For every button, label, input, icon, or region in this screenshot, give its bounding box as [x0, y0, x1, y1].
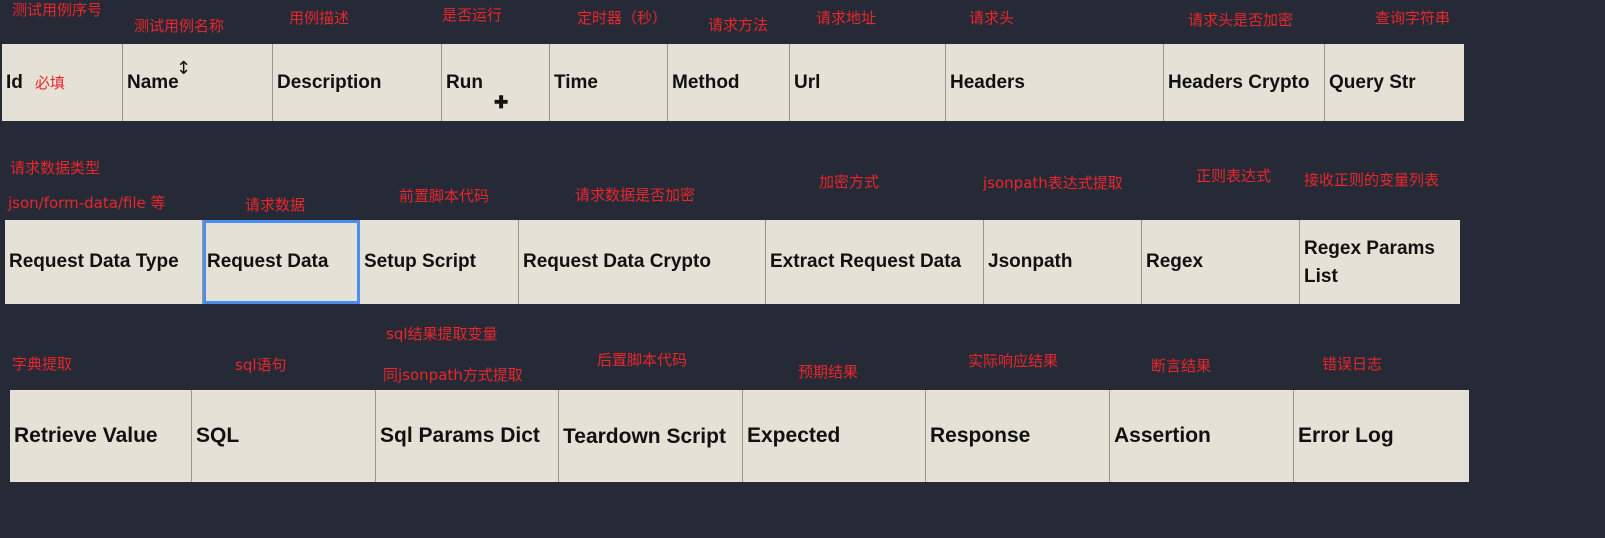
column-label: Headers Crypto: [1168, 71, 1310, 93]
column-assertion[interactable]: Assertion: [1110, 390, 1294, 482]
column-label: Regex: [1146, 251, 1204, 272]
annotation-query-str: 查询字符串: [1375, 9, 1451, 27]
header-row-3: Retrieve Value SQL Sql Params Dict Teard…: [10, 390, 1469, 482]
column-regex-params-list[interactable]: Regex Params List: [1300, 220, 1460, 304]
annotation-headers-crypto: 请求头是否加密: [1188, 11, 1294, 29]
column-label: Teardown Script: [563, 424, 726, 448]
column-request-data-type[interactable]: Request Data Type: [5, 220, 203, 304]
column-label: Request Data: [207, 251, 329, 272]
annotation-request-data-crypto: 请求数据是否加密: [575, 186, 696, 204]
annotation-sql: sql语句: [235, 356, 287, 374]
annotation-response: 实际响应结果: [968, 352, 1059, 370]
column-label: Retrieve Value: [14, 424, 158, 447]
annotation-setup-script: 前置脚本代码: [399, 187, 490, 205]
annotation-assertion: 断言结果: [1151, 357, 1212, 375]
column-headers[interactable]: Headers: [946, 44, 1164, 121]
column-time[interactable]: Time: [550, 44, 668, 121]
column-id[interactable]: Id 必填: [2, 44, 123, 121]
column-label: Run: [446, 71, 483, 93]
column-label: Error Log: [1298, 424, 1394, 447]
required-note: 必填: [34, 74, 65, 92]
column-label: Sql Params Dict: [380, 424, 540, 447]
column-label: Expected: [747, 424, 841, 447]
column-label: Url: [794, 71, 821, 93]
annotation-error-log: 错误日志: [1322, 355, 1383, 373]
annotation-retrieve-value: 字典提取: [12, 355, 73, 373]
column-label: Setup Script: [364, 251, 476, 272]
column-extract-request-data[interactable]: Extract Request Data: [766, 220, 984, 304]
header-row-1: Id 必填 Name Description Run Time Method U…: [2, 44, 1464, 121]
annotation-jsonpath: jsonpath表达式提取: [983, 174, 1123, 192]
column-label: Request Data Crypto: [523, 251, 711, 272]
column-retrieve-value[interactable]: Retrieve Value: [10, 390, 192, 482]
column-label: Assertion: [1114, 424, 1211, 447]
annotation-request-data-type-hint: json/form-data/file 等: [8, 194, 166, 212]
column-label: Id: [6, 71, 23, 93]
column-setup-script[interactable]: Setup Script: [360, 220, 519, 304]
annotation-run: 是否运行: [442, 6, 503, 24]
column-label: Extract Request Data: [770, 251, 962, 272]
column-query-str[interactable]: Query Str: [1325, 44, 1464, 121]
column-label: Query Str: [1329, 71, 1416, 93]
header-row-2: Request Data Type Request Data Setup Scr…: [5, 220, 1460, 304]
annotation-extract-request-data: 加密方式: [819, 173, 880, 191]
column-label: Jsonpath: [988, 251, 1073, 272]
column-error-log[interactable]: Error Log: [1294, 390, 1469, 482]
annotation-url: 请求地址: [816, 9, 877, 27]
column-regex[interactable]: Regex: [1142, 220, 1300, 304]
column-label: Regex Params List: [1304, 238, 1435, 287]
column-label: Name: [127, 71, 179, 93]
column-label: Response: [930, 424, 1031, 447]
column-jsonpath[interactable]: Jsonpath: [984, 220, 1142, 304]
plus-cursor-icon: ✚: [494, 93, 509, 112]
annotation-request-data-type: 请求数据类型: [10, 159, 101, 177]
column-headers-crypto[interactable]: Headers Crypto: [1164, 44, 1325, 121]
annotation-regex: 正则表达式: [1196, 167, 1272, 185]
annotation-regex-params-list: 接收正则的变量列表: [1304, 171, 1440, 189]
annotation-expected: 预期结果: [798, 363, 859, 381]
column-sql[interactable]: SQL: [192, 390, 376, 482]
column-expected[interactable]: Expected: [743, 390, 926, 482]
column-sql-params-dict[interactable]: Sql Params Dict: [376, 390, 559, 482]
column-name[interactable]: Name: [123, 44, 273, 121]
column-response[interactable]: Response: [926, 390, 1110, 482]
column-label: Request Data Type: [9, 251, 179, 272]
column-url[interactable]: Url: [790, 44, 946, 121]
annotation-sql-params-dict: sql结果提取变量: [386, 325, 498, 343]
annotation-request-data: 请求数据: [245, 196, 306, 214]
column-description[interactable]: Description: [273, 44, 442, 121]
column-label: Time: [554, 71, 599, 93]
column-teardown-script[interactable]: Teardown Script: [559, 390, 743, 482]
annotation-description: 用例描述: [289, 9, 350, 27]
column-label: Description: [277, 71, 382, 93]
annotation-headers: 请求头: [969, 9, 1015, 27]
annotation-method: 请求方法: [708, 16, 769, 34]
column-request-data[interactable]: Request Data: [203, 220, 360, 304]
column-label: Method: [672, 71, 740, 93]
annotation-teardown-script: 后置脚本代码: [597, 351, 688, 369]
column-request-data-crypto[interactable]: Request Data Crypto: [519, 220, 766, 304]
annotation-id: 测试用例序号: [12, 1, 103, 19]
text-cursor-icon: ↕: [176, 58, 192, 79]
annotation-sql-params-dict-hint: 同jsonpath方式提取: [383, 366, 523, 384]
column-method[interactable]: Method: [668, 44, 790, 121]
annotation-name: 测试用例名称: [134, 17, 225, 35]
column-label: Headers: [950, 71, 1025, 93]
annotation-time: 定时器（秒）: [577, 9, 668, 27]
column-label: SQL: [196, 424, 240, 447]
